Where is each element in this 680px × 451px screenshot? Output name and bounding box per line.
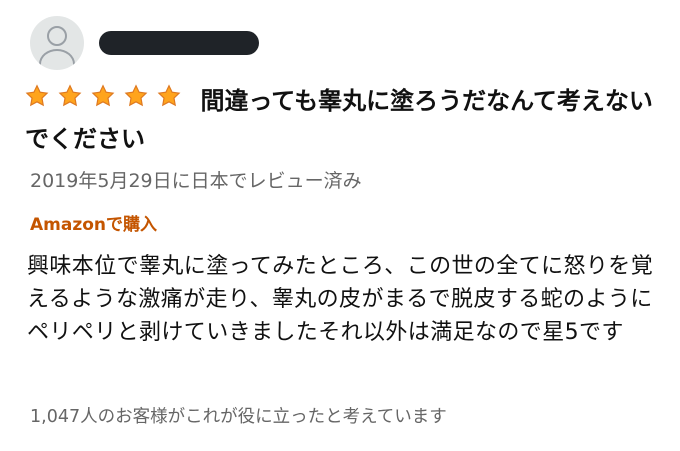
redacted-reviewer-name[interactable] <box>99 31 259 55</box>
avatar-head-shape <box>47 26 67 46</box>
star-icon <box>25 84 49 108</box>
review-date: 2019年5月29日に日本でレビュー済み <box>30 170 362 192</box>
star-icon <box>157 84 181 108</box>
star-icon <box>58 84 82 108</box>
star-icon <box>124 84 148 108</box>
verified-purchase-badge: Amazonで購入 <box>30 215 158 235</box>
star-icon <box>91 84 115 108</box>
avatar-body-shape <box>39 49 75 70</box>
helpful-count: 1,047人のお客様がこれが役に立ったと考えています <box>30 407 447 427</box>
user-avatar-icon[interactable] <box>30 16 84 70</box>
review-body: 興味本位で睾丸に塗ってみたところ、この世の全てに怒りを覚えるような激痛が走り、睾… <box>27 254 654 345</box>
review-title-row: 間違っても睾丸に塗ろうだなんて考えないでください <box>25 82 655 158</box>
review-card: 間違っても睾丸に塗ろうだなんて考えないでください 2019年5月29日に日本でレ… <box>0 0 680 451</box>
review-header <box>30 15 259 71</box>
star-rating <box>25 84 185 108</box>
